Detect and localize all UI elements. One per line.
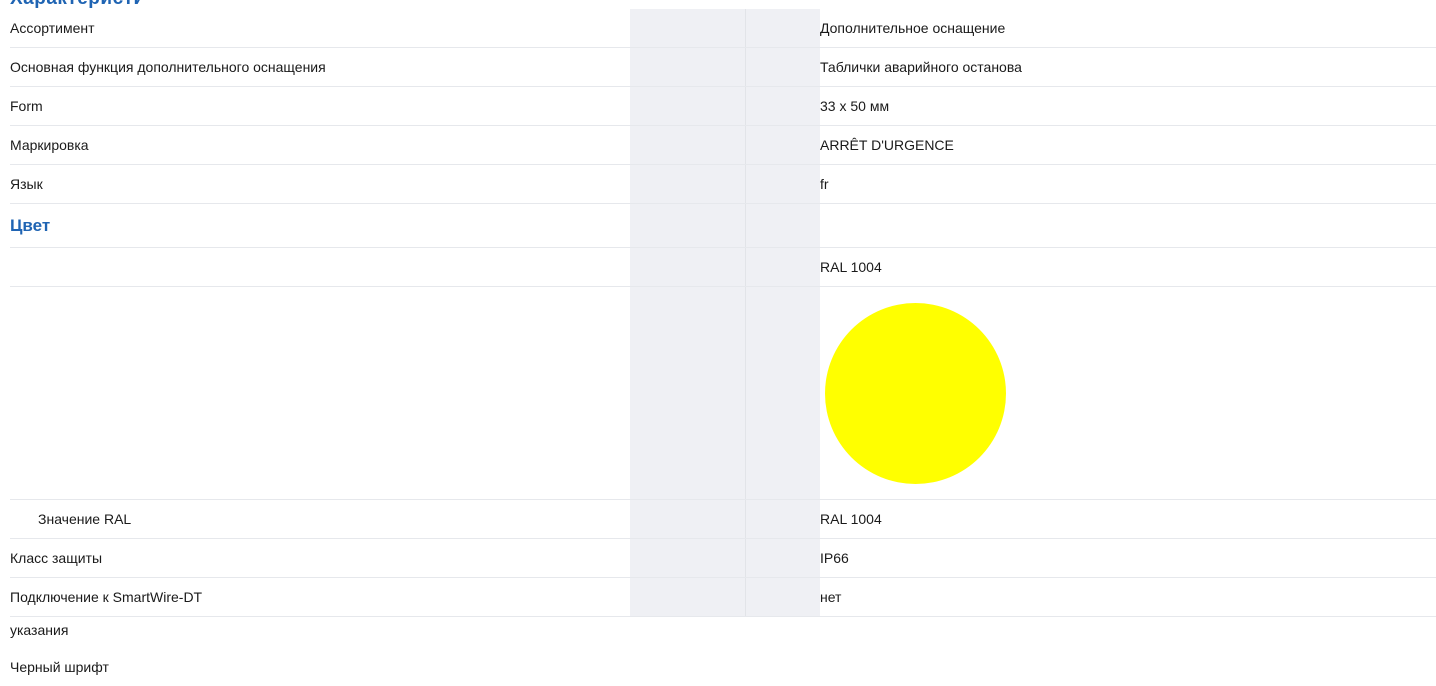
spec-label: Form [10,86,630,126]
spec-value: Дополнительное оснащение [820,9,1436,48]
spec-label: Подключение к SmartWire-DT [10,577,630,617]
spec-value: Таблички аварийного останова [820,47,1436,87]
spec-row-ral-top: RAL 1004 [10,247,1436,287]
color-swatch [825,302,1006,484]
notes-title: указания [10,622,69,638]
spec-row-assortment: Ассортимент Дополнительное оснащение [10,9,1436,48]
spec-row-protection: Класс защиты IP66 [10,538,1436,578]
spec-value: ARRÊT D'URGENCE [820,125,1436,165]
notes-text: Черный шрифт [10,659,109,675]
spec-row-swatch [10,286,1436,500]
spec-value: IP66 [820,538,1436,578]
spec-row-main-function: Основная функция дополнительного оснащен… [10,47,1436,87]
section-title-text: Характеристики [10,0,140,9]
spec-label: Маркировка [10,125,630,165]
spec-value: fr [820,164,1436,204]
spec-value: 33 x 50 мм [820,86,1436,126]
spec-value: нет [820,577,1436,617]
spec-group-color: Цвет [10,203,1436,248]
section-title: Характеристики [10,0,140,9]
spec-row-form: Form 33 x 50 мм [10,86,1436,126]
spec-table: Ассортимент Дополнительное оснащение Осн… [10,9,1436,617]
notes-section: указания Черный шрифт [10,612,1436,686]
spec-row-ral-value: Значение RAL RAL 1004 [10,499,1436,539]
spec-row-marking: Маркировка ARRÊT D'URGENCE [10,125,1436,165]
spec-label: Класс защиты [10,538,630,578]
spec-row-language: Язык fr [10,164,1436,204]
color-group-title: Цвет [10,203,630,248]
spec-row-smartwire: Подключение к SmartWire-DT нет [10,577,1436,617]
ral-top-value: RAL 1004 [820,247,1436,287]
spec-value: RAL 1004 [820,499,1436,539]
spec-label: Основная функция дополнительного оснащен… [10,47,630,87]
spec-label: Язык [10,164,630,204]
spec-label: Значение RAL [10,499,630,539]
spec-label: Ассортимент [10,9,630,48]
